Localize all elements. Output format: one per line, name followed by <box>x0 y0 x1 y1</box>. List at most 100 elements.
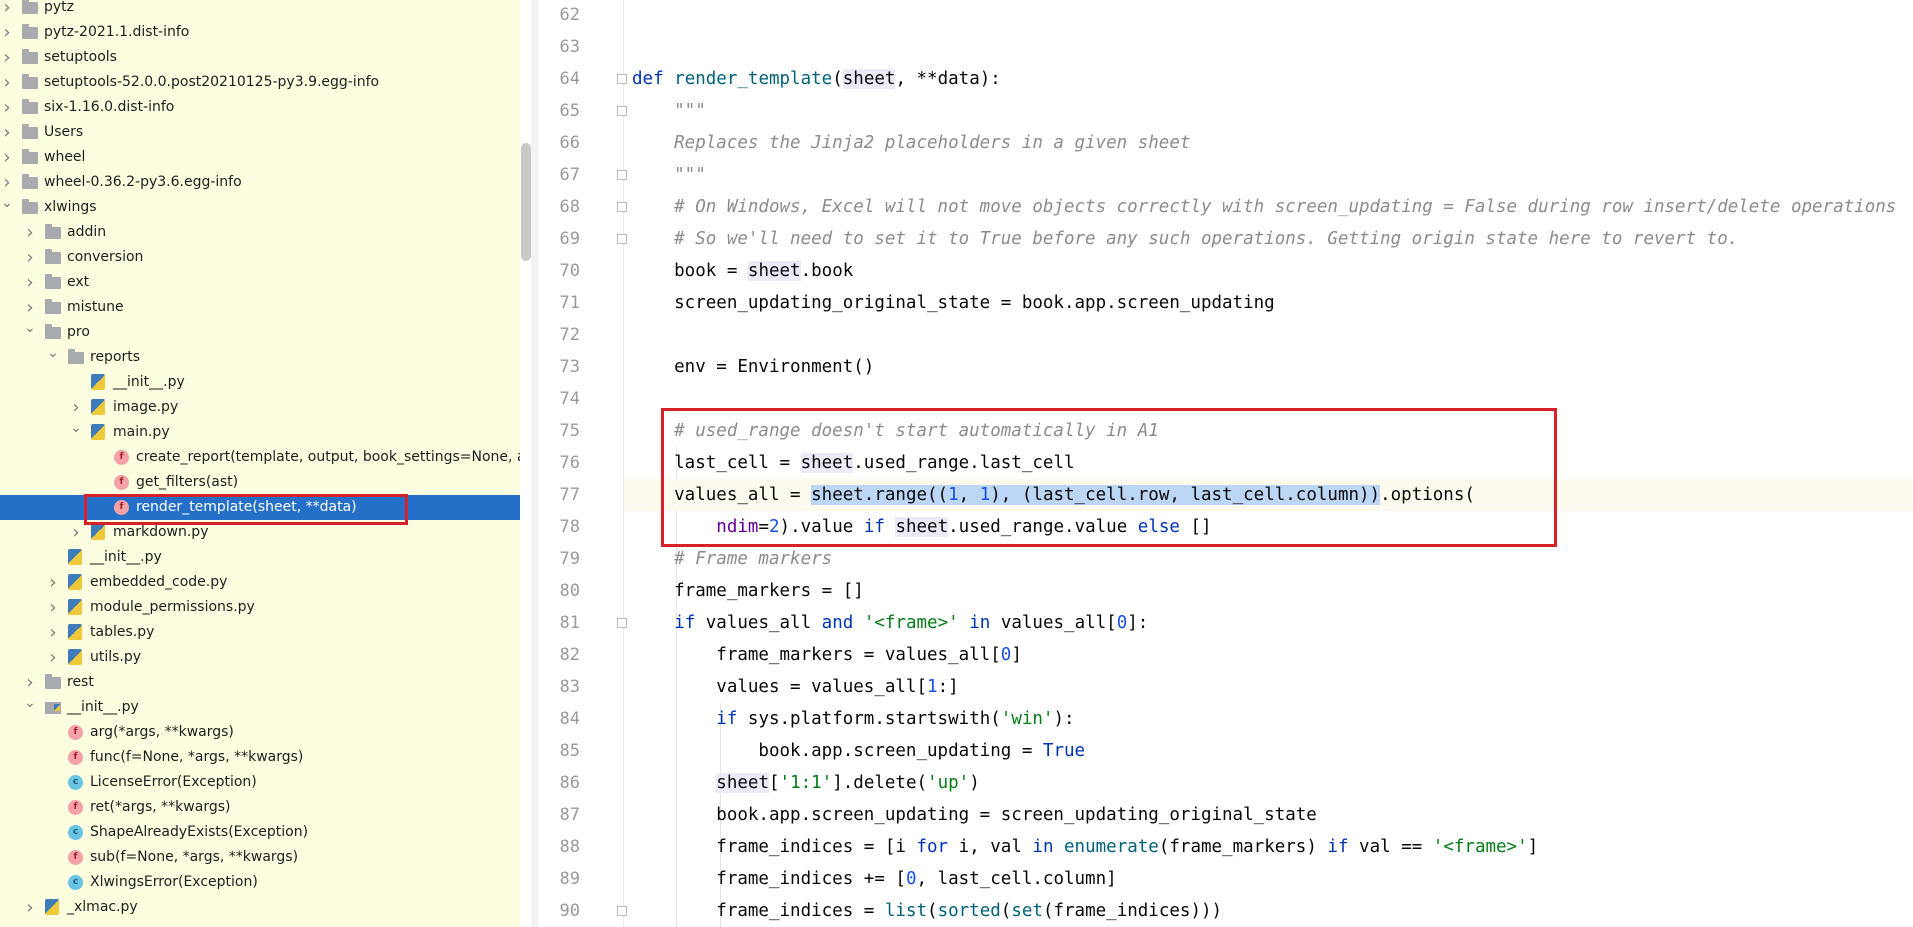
code-line[interactable]: book = sheet.book <box>632 255 853 287</box>
tree-item[interactable]: › mistune <box>0 295 520 320</box>
code-line[interactable]: last_cell = sheet.used_range.last_cell <box>632 447 1075 479</box>
tree-item[interactable]: › setuptools <box>0 45 520 70</box>
chevron-right-icon[interactable]: › <box>23 220 37 245</box>
tree-item[interactable]: ⌄ __init__.py <box>0 695 520 720</box>
code-line[interactable]: frame_markers = values_all[0] <box>632 639 1022 671</box>
chevron-right-icon[interactable]: › <box>46 620 60 645</box>
code-line[interactable]: # On Windows, Excel will not move object… <box>632 191 1896 223</box>
tree-item[interactable]: › ext <box>0 270 520 295</box>
chevron-right-icon[interactable]: › <box>69 395 83 420</box>
chevron-down-icon[interactable]: ⌄ <box>69 420 83 445</box>
code-line[interactable]: values_all = sheet.range((1, 1), (last_c… <box>632 479 1475 511</box>
code-line[interactable]: frame_indices = [i for i, val in enumera… <box>632 831 1538 863</box>
tree-item[interactable]: › Users <box>0 120 520 145</box>
code-line[interactable]: ndim=2).value if sheet.used_range.value … <box>632 511 1212 543</box>
tree-item[interactable]: › wheel-0.36.2-py3.6.egg-info <box>0 170 520 195</box>
code-line[interactable]: if sys.platform.startswith('win'): <box>632 703 1074 735</box>
code-line[interactable]: screen_updating_original_state = book.ap… <box>632 287 1275 319</box>
tree-item[interactable]: › rest <box>0 670 520 695</box>
tree-item[interactable]: › tables.py <box>0 620 520 645</box>
chevron-down-icon[interactable]: ⌄ <box>46 345 60 370</box>
fold-marker-icon[interactable] <box>617 202 627 212</box>
chevron-right-icon[interactable]: › <box>0 170 14 195</box>
chevron-right-icon[interactable]: › <box>23 670 37 695</box>
chevron-down-icon[interactable]: ⌄ <box>23 320 37 345</box>
tree-item[interactable]: › setuptools-52.0.0.post20210125-py3.9.eg… <box>0 70 520 95</box>
chevron-down-icon[interactable]: ⌄ <box>0 195 14 220</box>
code-line[interactable]: """ <box>632 95 706 127</box>
chevron-right-icon[interactable]: › <box>69 520 83 545</box>
chevron-right-icon[interactable]: › <box>0 120 14 145</box>
code-line[interactable]: if values_all and '<frame>' in values_al… <box>632 607 1148 639</box>
tree-item[interactable]: f func(f=None, *args, **kwargs) <box>0 745 520 770</box>
code-line[interactable]: book.app.screen_updating = screen_updati… <box>632 799 1317 831</box>
code-line[interactable]: # So we'll need to set it to True before… <box>632 223 1738 255</box>
chevron-right-icon[interactable]: › <box>0 95 14 120</box>
fold-marker-icon[interactable] <box>617 906 627 916</box>
tree-item[interactable]: c ShapeAlreadyExists(Exception) <box>0 820 520 845</box>
tree-item[interactable]: ⌄ pro <box>0 320 520 345</box>
chevron-right-icon[interactable]: › <box>0 70 14 95</box>
tree-item[interactable]: c XlwingsError(Exception) <box>0 870 520 895</box>
code-line[interactable]: book.app.screen_updating = True <box>632 735 1085 767</box>
code-line[interactable]: frame_markers = [] <box>632 575 864 607</box>
fold-marker-icon[interactable] <box>617 170 627 180</box>
code-line[interactable]: """ <box>632 159 706 191</box>
fold-marker-icon[interactable] <box>617 106 627 116</box>
chevron-right-icon[interactable]: › <box>23 245 37 270</box>
tree-item[interactable]: __init__.py <box>0 545 520 570</box>
tree-item[interactable]: › _xlmac.py <box>0 895 520 920</box>
tree-item[interactable]: f arg(*args, **kwargs) <box>0 720 520 745</box>
tree-item[interactable]: › pytz <box>0 0 520 20</box>
fold-marker-icon[interactable] <box>617 234 627 244</box>
code-line[interactable]: sheet['1:1'].delete('up') <box>632 767 980 799</box>
tree-item[interactable]: › markdown.py <box>0 520 520 545</box>
tree-item[interactable]: f create_report(template, output, book_se… <box>0 445 520 470</box>
chevron-right-icon[interactable]: › <box>23 270 37 295</box>
tree-item[interactable]: › pytz-2021.1.dist-info <box>0 20 520 45</box>
code-line[interactable]: frame_indices += [0, last_cell.column] <box>632 863 1116 895</box>
code-line[interactable]: Replaces the Jinja2 placeholders in a gi… <box>632 127 1190 159</box>
code-token: values_all <box>705 613 822 633</box>
code-line[interactable]: values = values_all[1:] <box>632 671 958 703</box>
chevron-down-icon[interactable]: ⌄ <box>23 695 37 720</box>
tree-item[interactable]: ⌄ reports <box>0 345 520 370</box>
tree-item[interactable]: › image.py <box>0 395 520 420</box>
tree-item[interactable]: › wheel <box>0 145 520 170</box>
chevron-right-icon[interactable]: › <box>46 595 60 620</box>
tree-item[interactable]: f get_filters(ast) <box>0 470 520 495</box>
code-line[interactable]: def render_template(sheet, **data): <box>632 63 1001 95</box>
chevron-right-icon[interactable]: › <box>0 20 14 45</box>
chevron-right-icon[interactable]: › <box>46 570 60 595</box>
chevron-right-icon[interactable]: › <box>0 45 14 70</box>
tree-item[interactable]: › embedded_code.py <box>0 570 520 595</box>
tree-item[interactable]: › conversion <box>0 245 520 270</box>
code-line[interactable]: env = Environment() <box>632 351 874 383</box>
chevron-right-icon[interactable]: › <box>0 145 14 170</box>
tree-item[interactable]: ⌄ main.py <box>0 420 520 445</box>
tree-item[interactable]: __init__.py <box>0 370 520 395</box>
chevron-right-icon[interactable]: › <box>46 645 60 670</box>
tree-item[interactable]: c LicenseError(Exception) <box>0 770 520 795</box>
chevron-right-icon[interactable]: › <box>0 0 14 20</box>
tree-scrollbar[interactable] <box>521 143 531 261</box>
tree-item[interactable]: ⌄ xlwings <box>0 195 520 220</box>
code-token: '1:1' <box>779 773 833 793</box>
tree-item[interactable]: f sub(f=None, *args, **kwargs) <box>0 845 520 870</box>
fold-marker-icon[interactable] <box>617 74 627 84</box>
fold-marker-icon[interactable] <box>617 618 627 628</box>
tree-item[interactable]: › addin <box>0 220 520 245</box>
panel-divider[interactable] <box>531 0 538 927</box>
tree-item[interactable]: › module_permissions.py <box>0 595 520 620</box>
tree-item-label: pytz <box>44 0 75 15</box>
code-line[interactable]: frame_indices = list(sorted(set(frame_in… <box>632 895 1222 927</box>
tree-item[interactable]: › utils.py <box>0 645 520 670</box>
chevron-right-icon[interactable]: › <box>23 895 37 920</box>
tree-item[interactable]: f render_template(sheet, **data) <box>0 495 520 520</box>
code-line[interactable]: # used_range doesn't start automatically… <box>632 415 1159 447</box>
tree-item[interactable]: f ret(*args, **kwargs) <box>0 795 520 820</box>
tree-item[interactable]: › six-1.16.0.dist-info <box>0 95 520 120</box>
code-line[interactable]: # Frame markers <box>632 543 832 575</box>
chevron-right-icon[interactable]: › <box>23 295 37 320</box>
